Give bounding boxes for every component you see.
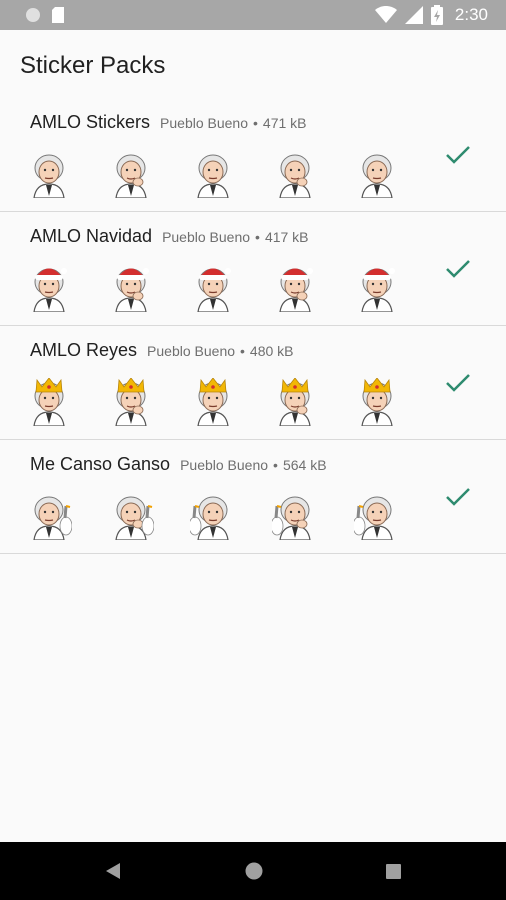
sticker-thumbnail [272, 496, 311, 540]
sticker-thumbnail [361, 154, 393, 198]
page-title: Sticker Packs [20, 52, 166, 79]
sticker-thumbnail [197, 268, 231, 312]
status-time: 2:30 [454, 5, 488, 24]
sticker-thumbnail [197, 154, 229, 198]
notification-circle-icon [26, 8, 40, 22]
sticker-thumbnail [115, 154, 147, 198]
pack-meta: Pueblo Bueno • 564 kB [180, 457, 326, 473]
sticker-thumbnail [279, 154, 311, 198]
check-icon[interactable] [445, 486, 471, 508]
pack-size: 480 kB [249, 343, 294, 359]
sticker-preview-row [26, 150, 400, 198]
status-bar: 2:30 [0, 0, 506, 30]
sticker-thumbnail [115, 378, 147, 426]
sticker-preview-row [26, 378, 400, 426]
pack-meta-separator: • [255, 229, 260, 245]
back-icon[interactable] [104, 862, 122, 880]
pack-publisher: Pueblo Bueno [162, 229, 251, 245]
pack-header: AMLO Reyes Pueblo Bueno • 480 kB [30, 340, 294, 361]
sticker-preview-row [26, 264, 400, 312]
pack-meta-separator: • [240, 343, 245, 359]
pack-header: Me Canso Ganso Pueblo Bueno • 564 kB [30, 454, 327, 475]
pack-size: 471 kB [262, 115, 307, 131]
pack-name: AMLO Stickers [30, 112, 151, 132]
sticker-thumbnail [33, 154, 65, 198]
sticker-thumbnail [279, 378, 311, 426]
check-icon[interactable] [445, 258, 471, 280]
pack-header: AMLO Stickers Pueblo Bueno • 471 kB [30, 112, 307, 133]
pack-meta: Pueblo Bueno • 480 kB [147, 343, 293, 359]
signal-icon [404, 6, 423, 24]
sticker-pack-list: AMLO Stickers Pueblo Bueno • 471 kB AMLO Nav… [0, 98, 506, 554]
sd-card-icon [52, 7, 64, 23]
sticker-thumbnail [361, 268, 395, 312]
check-icon[interactable] [445, 372, 471, 394]
wifi-icon [374, 6, 397, 23]
sticker-thumbnail [33, 268, 67, 312]
sticker-pack-row[interactable]: AMLO Stickers Pueblo Bueno • 471 kB [0, 98, 506, 212]
pack-meta-separator: • [253, 115, 258, 131]
sticker-thumbnail [279, 268, 313, 312]
pack-meta: Pueblo Bueno • 471 kB [160, 115, 306, 131]
sticker-thumbnail [190, 496, 229, 540]
sticker-preview-row [26, 492, 400, 540]
battery-charging-icon [430, 5, 443, 25]
sticker-pack-row[interactable]: Me Canso Ganso Pueblo Bueno • 564 kB [0, 440, 506, 554]
sticker-thumbnail [115, 496, 154, 540]
pack-meta: Pueblo Bueno • 417 kB [162, 229, 308, 245]
recents-icon[interactable] [386, 862, 402, 880]
home-icon[interactable] [245, 862, 263, 880]
sticker-thumbnail [354, 496, 393, 540]
pack-meta-separator: • [273, 457, 278, 473]
sticker-pack-row[interactable]: AMLO Reyes Pueblo Bueno • 480 kB [0, 326, 506, 440]
pack-header: AMLO Navidad Pueblo Bueno • 417 kB [30, 226, 309, 247]
sticker-thumbnail [33, 496, 72, 540]
check-icon[interactable] [445, 144, 471, 166]
sticker-thumbnail [33, 378, 65, 426]
pack-size: 564 kB [282, 457, 327, 473]
pack-publisher: Pueblo Bueno [160, 115, 248, 131]
sticker-pack-row[interactable]: AMLO Navidad Pueblo Bueno • 417 kB [0, 212, 506, 326]
sticker-thumbnail [115, 268, 149, 312]
app-bar: Sticker Packs [0, 30, 506, 100]
navigation-bar [0, 842, 506, 900]
pack-publisher: Pueblo Bueno [180, 457, 269, 473]
pack-name: AMLO Reyes [30, 340, 138, 360]
pack-publisher: Pueblo Bueno [147, 343, 236, 359]
sticker-thumbnail [197, 378, 229, 426]
sticker-thumbnail [361, 378, 393, 426]
pack-name: AMLO Navidad [30, 226, 153, 246]
pack-name: Me Canso Ganso [30, 454, 171, 474]
pack-size: 417 kB [264, 229, 309, 245]
